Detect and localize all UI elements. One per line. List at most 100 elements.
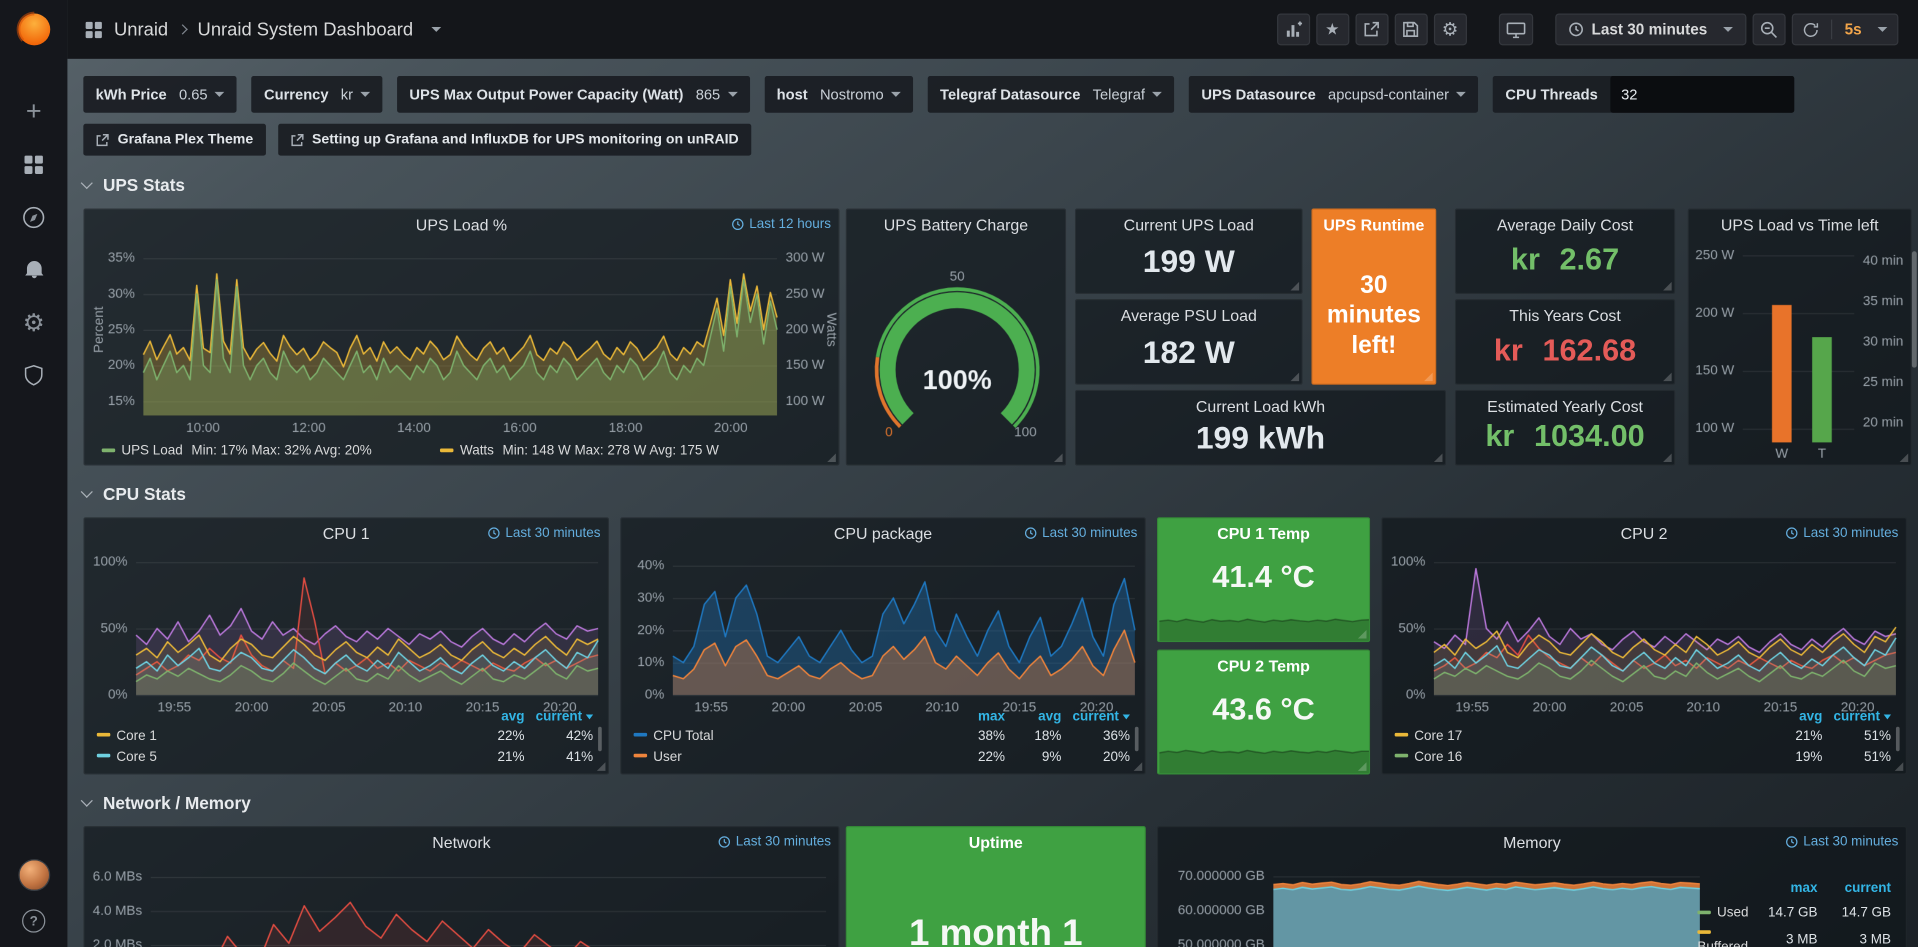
section-network-memory[interactable]: Network / Memory — [83, 790, 250, 815]
star-button[interactable]: ★ — [1316, 13, 1349, 45]
panel-title[interactable]: CPU 2 Temp — [1163, 657, 1364, 675]
panel-title[interactable]: UPS Load vs Time left — [1694, 216, 1906, 234]
panel-title[interactable]: UPS Battery Charge — [852, 216, 1060, 234]
resize-handle[interactable] — [1663, 453, 1672, 462]
panel-title[interactable]: This Years Cost — [1461, 306, 1669, 324]
legend-scrollbar[interactable] — [1896, 727, 1900, 752]
resize-handle[interactable] — [1663, 373, 1672, 382]
add-panel-button[interactable] — [1277, 13, 1310, 45]
legend-series[interactable]: Buffered — [1697, 925, 1748, 947]
link-ups-monitoring-guide[interactable]: Setting up Grafana and InfluxDB for UPS … — [278, 124, 751, 156]
resize-handle[interactable] — [1663, 282, 1672, 291]
panel-average-daily-cost: Average Daily Cost kr2.67 — [1455, 208, 1676, 294]
legend-table: avgcurrent Core 122%42% Core 521%41% — [97, 707, 593, 767]
section-ups-stats[interactable]: UPS Stats — [83, 173, 185, 198]
ups-bars-chart[interactable] — [1691, 234, 1910, 462]
legend-col-avg[interactable]: avg — [1759, 709, 1823, 724]
panel-title[interactable]: Uptime — [852, 833, 1140, 851]
resize-handle[interactable] — [1358, 762, 1367, 771]
legend-col-max[interactable]: max — [1749, 881, 1818, 896]
resize-handle[interactable] — [1291, 373, 1300, 382]
ups-load-chart[interactable] — [87, 237, 838, 438]
panel-title[interactable]: Estimated Yearly Cost — [1461, 397, 1669, 415]
panel-title[interactable]: Current UPS Load — [1081, 216, 1297, 234]
variable-host[interactable]: host Nostromo — [764, 76, 913, 113]
share-button[interactable] — [1355, 13, 1388, 45]
legend-col-current[interactable]: current — [525, 709, 594, 724]
dashboard-dropdown-caret-icon[interactable] — [432, 27, 442, 32]
legend-col-avg[interactable]: avg — [1005, 709, 1061, 724]
legend-series-watts[interactable]: WattsMin: 148 W Max: 278 W Avg: 175 W — [440, 444, 718, 459]
grafana-logo[interactable] — [0, 0, 67, 59]
legend-col-avg[interactable]: avg — [461, 709, 525, 724]
save-button[interactable] — [1394, 13, 1427, 45]
panel-title[interactable]: Average Daily Cost — [1461, 216, 1669, 234]
variable-kwh-price[interactable]: kWh Price 0.65 — [83, 76, 237, 113]
battery-gauge[interactable] — [847, 239, 1066, 450]
resize-handle[interactable] — [1424, 373, 1433, 382]
variable-ups-datasource[interactable]: UPS Datasource apcupsd-container — [1189, 76, 1478, 113]
breadcrumb-folder[interactable]: Unraid — [114, 19, 168, 40]
resize-handle[interactable] — [1434, 453, 1443, 462]
resize-handle[interactable] — [1054, 453, 1063, 462]
section-cpu-stats[interactable]: CPU Stats — [83, 482, 186, 507]
refresh-picker[interactable]: 5s — [1792, 13, 1899, 45]
cpu2-chart[interactable] — [1385, 545, 1906, 717]
legend-scrollbar[interactable] — [1135, 727, 1139, 752]
link-grafana-plex-theme[interactable]: Grafana Plex Theme — [83, 124, 265, 156]
dashboards-icon[interactable] — [20, 151, 47, 178]
settings-gear-button[interactable]: ⚙ — [1433, 13, 1466, 45]
legend-series[interactable]: Core 17 — [1395, 729, 1759, 744]
alerting-bell-icon[interactable] — [20, 256, 47, 283]
time-range-picker[interactable]: Last 30 minutes — [1555, 13, 1747, 45]
legend-series[interactable]: User — [634, 749, 949, 764]
resize-handle[interactable] — [1900, 453, 1909, 462]
cycle-view-monitor-button[interactable] — [1498, 13, 1532, 45]
variable-telegraf-datasource[interactable]: Telegraf Datasource Telegraf — [928, 76, 1175, 113]
configuration-gear-icon[interactable]: ⚙ — [20, 309, 47, 336]
resize-handle[interactable] — [1358, 630, 1367, 639]
panel-cpu-1: CPU 1 Last 30 minutes avgcurrent Core 12… — [83, 517, 609, 774]
zoom-out-button[interactable] — [1753, 13, 1786, 45]
panel-title[interactable]: UPS Load % — [89, 216, 833, 234]
scrollbar-thumb[interactable] — [1912, 251, 1917, 367]
resize-handle[interactable] — [1291, 282, 1300, 291]
legend-series[interactable]: Core 5 — [97, 749, 461, 764]
legend-col-current[interactable]: current — [1061, 709, 1130, 724]
panel-title[interactable]: UPS Runtime — [1317, 216, 1430, 234]
legend-scrollbar[interactable] — [598, 727, 602, 752]
memory-chart[interactable] — [1161, 854, 1710, 947]
resize-handle[interactable] — [597, 762, 606, 771]
legend-row: CPU Total38%18%36% — [634, 726, 1130, 747]
legend-series[interactable]: Core 16 — [1395, 749, 1759, 764]
legend-series[interactable]: Core 1 — [97, 729, 461, 744]
cpu-package-chart[interactable] — [624, 545, 1145, 717]
panel-title[interactable]: CPU 1 Temp — [1163, 525, 1364, 543]
dashboard-title[interactable]: Unraid System Dashboard — [198, 19, 414, 40]
panel-title[interactable]: Current Load kWh — [1081, 397, 1440, 415]
network-chart[interactable] — [87, 854, 838, 947]
cpu1-chart[interactable] — [87, 545, 608, 717]
resize-handle[interactable] — [827, 453, 836, 462]
create-plus-icon[interactable]: + — [20, 98, 47, 125]
legend-series[interactable]: CPU Total — [634, 729, 949, 744]
legend-table: maxcurrent Used14.7 GB14.7 GB Buffered3 … — [1697, 876, 1891, 947]
external-link-icon — [290, 133, 303, 146]
legend-col-current[interactable]: current — [1822, 709, 1891, 724]
legend-series[interactable]: Used — [1697, 906, 1748, 921]
clock-icon — [1786, 836, 1798, 848]
resize-handle[interactable] — [1895, 762, 1904, 771]
legend-series-ups-load[interactable]: UPS LoadMin: 17% Max: 32% Avg: 20% — [102, 444, 372, 459]
resize-handle[interactable] — [1134, 762, 1143, 771]
variable-currency[interactable]: Currency kr — [252, 76, 383, 113]
cpu-threads-input[interactable]: 32 — [1610, 76, 1794, 113]
user-avatar[interactable] — [18, 859, 50, 891]
explore-compass-icon[interactable] — [20, 203, 47, 230]
server-admin-shield-icon[interactable] — [20, 362, 47, 389]
panel-title[interactable]: Average PSU Load — [1081, 306, 1297, 324]
legend-col-max[interactable]: max — [949, 709, 1005, 724]
dashboard-grid-icon[interactable] — [85, 20, 103, 38]
legend-col-current[interactable]: current — [1818, 881, 1892, 896]
variable-ups-max-output[interactable]: UPS Max Output Power Capacity (Watt) 865 — [397, 76, 749, 113]
help-icon[interactable]: ? — [22, 909, 45, 932]
